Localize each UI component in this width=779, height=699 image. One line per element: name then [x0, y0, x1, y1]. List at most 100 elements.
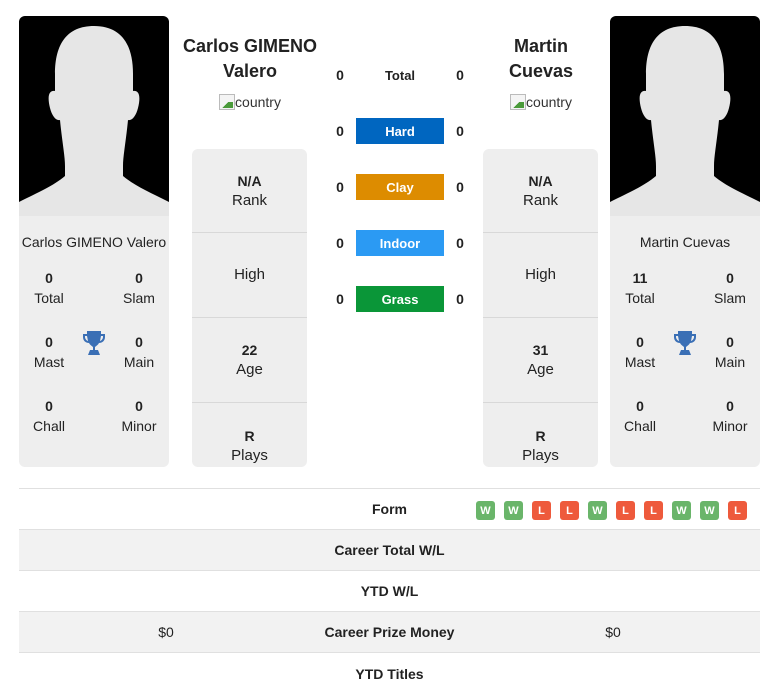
player1-photo [19, 16, 169, 216]
surface-badge-indoor[interactable]: Indoor [356, 230, 444, 256]
surface-right-value: 0 [456, 123, 464, 139]
surface-label-total: Total [384, 67, 416, 83]
titles-slam-label: Slam [714, 290, 746, 306]
flag-alt-text: country [526, 94, 572, 110]
player2-country-flag: country [510, 94, 572, 110]
titles-total: 0 Total [19, 268, 79, 308]
surface-left-value: 0 [336, 235, 344, 251]
titles-mast: 0 Mast [19, 332, 79, 372]
flag-alt-text: country [235, 94, 281, 110]
player1-name-line1: Carlos GIMENO [182, 36, 318, 56]
titles-chall-value: 0 [636, 398, 644, 414]
form-badge-win: W [672, 501, 691, 520]
surface-right-value: 0 [456, 235, 464, 251]
player2-photo [610, 16, 760, 216]
age-row: 31 Age [483, 318, 598, 403]
rank-label: Rank [522, 191, 559, 209]
plays-label: Plays [231, 446, 268, 464]
surface-row-clay: 0 Clay 0 [325, 174, 475, 200]
titles-total-value: 11 [632, 270, 648, 286]
stats-table: Form WWLLWLLWWL Career Total W/L YTD W/L… [19, 488, 760, 694]
rank-row: N/A Rank [192, 149, 307, 233]
stat-left-value: $0 [158, 624, 174, 640]
form-badge-loss: L [644, 501, 663, 520]
stat-right-value: $0 [605, 624, 621, 640]
titles-chall-label: Chall [33, 418, 65, 434]
surface-left-value: 0 [336, 123, 344, 139]
age-row: 22 Age [192, 318, 307, 403]
surface-badge-grass[interactable]: Grass [356, 286, 444, 312]
titles-minor-label: Minor [121, 418, 157, 434]
rank-row: N/A Rank [483, 149, 598, 233]
stats-row: YTD Titles [19, 653, 760, 694]
titles-minor: 0 Minor [700, 396, 760, 436]
form-badges: WWLLWLLWWL [476, 501, 747, 520]
broken-image-icon [510, 94, 527, 110]
surface-left-value: 0 [336, 67, 344, 83]
player1-name-line2: Valero [222, 61, 278, 81]
titles-chall: 0 Chall [19, 396, 79, 436]
titles-chall: 0 Chall [610, 396, 670, 436]
age-value: 22 [241, 342, 258, 358]
plays-row: R Plays [483, 403, 598, 467]
titles-main: 0 Main [109, 332, 169, 372]
titles-chall-label: Chall [624, 418, 656, 434]
age-value: 31 [532, 342, 549, 358]
player1-country-flag: country [219, 94, 281, 110]
titles-main: 0 Main [700, 332, 760, 372]
form-badge-win: W [504, 501, 523, 520]
surface-left-value: 0 [336, 179, 344, 195]
form-badge-win: W [588, 501, 607, 520]
titles-mast: 0 Mast [610, 332, 670, 372]
form-label: Form [372, 501, 407, 517]
stats-row: YTD W/L [19, 571, 760, 612]
surface-row-total: 0 Total 0 [325, 62, 475, 88]
player1-full-name: Carlos GIMENO Valero [21, 234, 167, 250]
stat-label: Career Total W/L [334, 542, 445, 558]
high-row: High [192, 233, 307, 318]
titles-total-label: Total [34, 290, 64, 306]
broken-image-icon [219, 94, 236, 110]
plays-value: R [535, 427, 546, 444]
surface-row-indoor: 0 Indoor 0 [325, 230, 475, 256]
titles-main-label: Main [123, 354, 155, 370]
stats-row: Career Total W/L [19, 530, 760, 571]
player1-name[interactable]: Carlos GIMENO Valero [175, 34, 325, 84]
titles-mast-label: Mast [624, 354, 656, 370]
titles-slam: 0 Slam [700, 268, 760, 308]
surface-row-hard: 0 Hard 0 [325, 118, 475, 144]
rank-value: N/A [237, 172, 262, 189]
titles-slam: 0 Slam [109, 268, 169, 308]
titles-slam-value: 0 [726, 270, 734, 286]
high-row: High [483, 233, 598, 318]
titles-main-value: 0 [135, 334, 143, 350]
form-badge-loss: L [728, 501, 747, 520]
player1-info-card: N/A Rank High 22 Age R Plays [192, 149, 307, 467]
player2-header: Martin Cuevas country [466, 34, 616, 113]
rank-value: N/A [528, 172, 553, 189]
titles-mast-label: Mast [33, 354, 65, 370]
titles-mast-value: 0 [636, 334, 644, 350]
rank-label: Rank [231, 191, 268, 209]
stat-label: Career Prize Money [324, 624, 455, 640]
surface-badge-clay[interactable]: Clay [356, 174, 444, 200]
player1-titles: 0 Total 0 Slam 0 Mast 0 Main 0 Chall 0 M… [19, 268, 169, 467]
trophy-icon [674, 331, 696, 355]
player2-full-name: Martin Cuevas [639, 234, 731, 250]
plays-value: R [244, 427, 255, 444]
titles-chall-value: 0 [45, 398, 53, 414]
titles-mast-value: 0 [45, 334, 53, 350]
player2-info-card: N/A Rank High 31 Age R Plays [483, 149, 598, 467]
player1-photo-card: Carlos GIMENO Valero 0 Total 0 Slam 0 Ma… [19, 16, 169, 467]
surface-right-value: 0 [456, 67, 464, 83]
player1-header: Carlos GIMENO Valero country [175, 34, 325, 113]
form-badge-loss: L [616, 501, 635, 520]
player2-name[interactable]: Martin Cuevas [466, 34, 616, 84]
surface-badge-hard[interactable]: Hard [356, 118, 444, 144]
titles-slam-label: Slam [123, 290, 155, 306]
high-label: High [525, 266, 556, 283]
age-label: Age [236, 361, 263, 378]
avatar-silhouette-icon [610, 26, 760, 216]
titles-slam-value: 0 [135, 270, 143, 286]
plays-row: R Plays [192, 403, 307, 467]
